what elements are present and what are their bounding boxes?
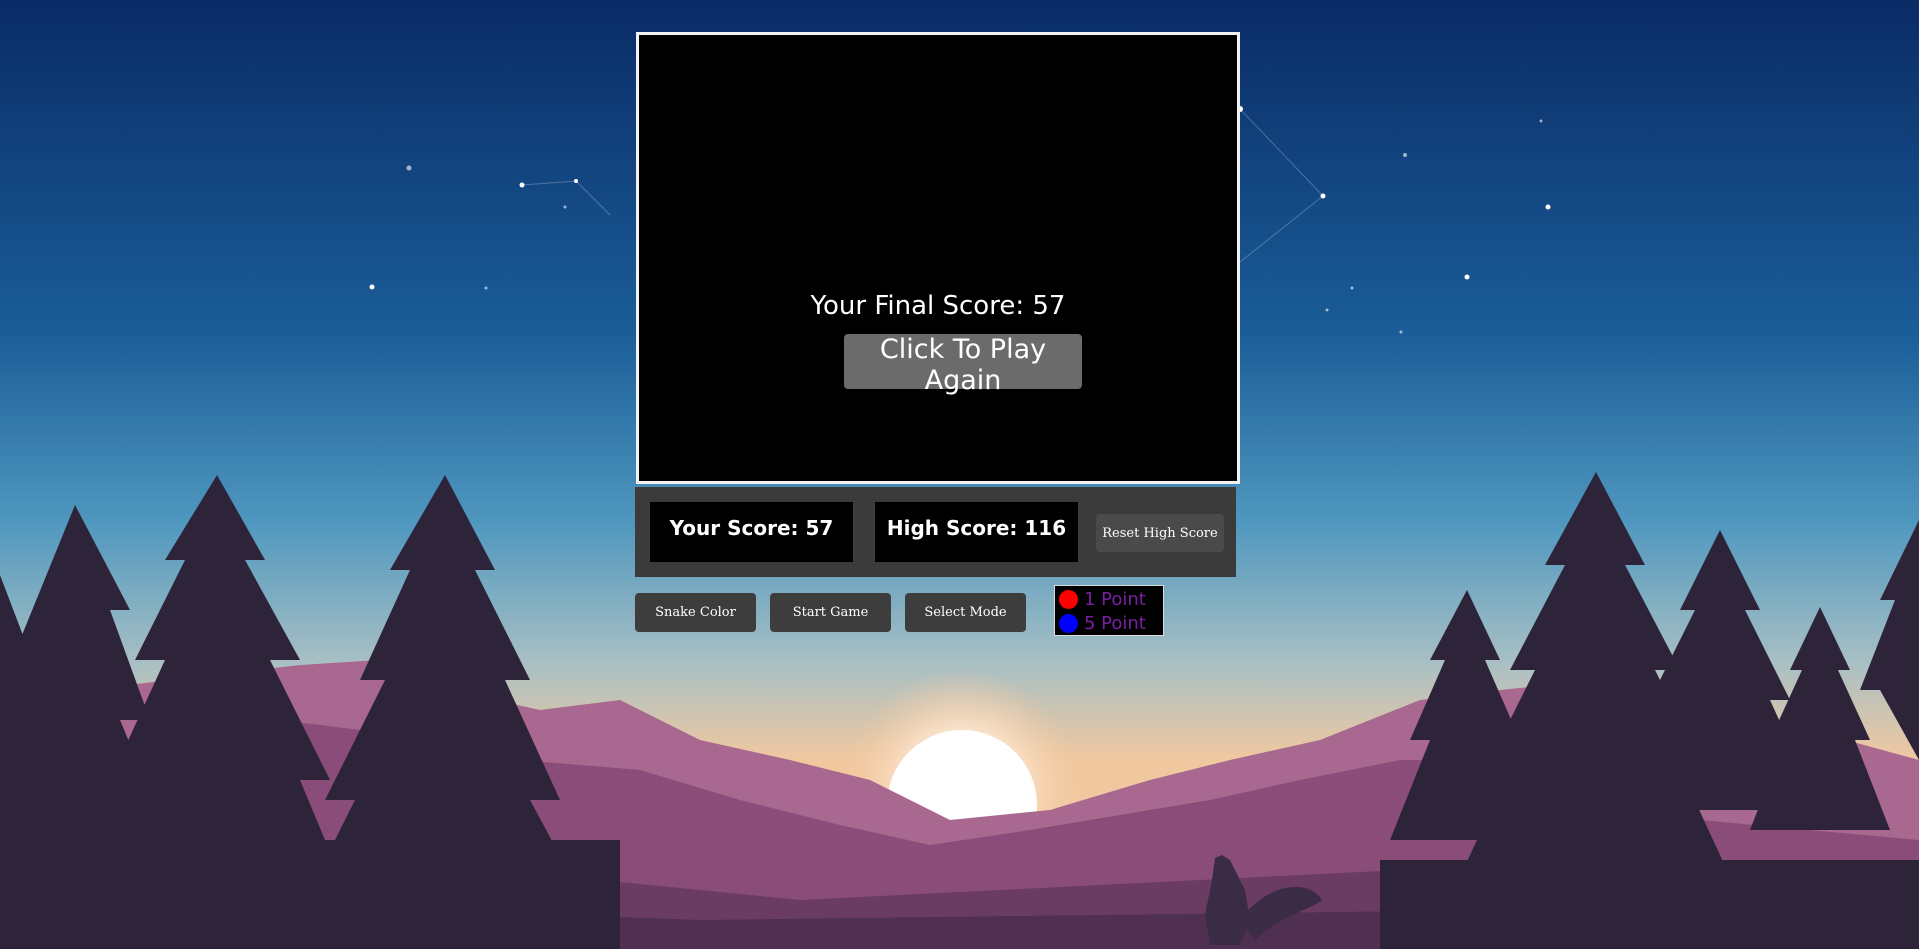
legend-item-blue: 5 Point xyxy=(1059,612,1146,634)
final-score-text: Your Final Score: 57 xyxy=(810,291,1066,321)
legend-item-red: 1 Point xyxy=(1059,588,1146,610)
your-score: Your Score: 57 xyxy=(650,502,853,562)
blue-food-icon xyxy=(1059,613,1078,633)
points-legend: 1 Point 5 Point xyxy=(1054,585,1164,636)
snake-color-button[interactable]: Snake Color xyxy=(635,593,756,632)
game-canvas[interactable]: Your Final Score: 57 Click To Play Again xyxy=(636,32,1240,484)
reset-high-score-button[interactable]: Reset High Score xyxy=(1096,514,1224,552)
high-score: High Score: 116 xyxy=(875,502,1078,562)
legend-label: 5 Point xyxy=(1084,612,1146,634)
legend-label: 1 Point xyxy=(1084,588,1146,610)
play-again-button[interactable]: Click To Play Again xyxy=(844,334,1082,396)
start-game-button[interactable]: Start Game xyxy=(770,593,891,632)
select-mode-button[interactable]: Select Mode xyxy=(905,593,1026,632)
score-bar: Your Score: 57 High Score: 116 Reset Hig… xyxy=(635,487,1236,577)
red-food-icon xyxy=(1059,589,1078,609)
